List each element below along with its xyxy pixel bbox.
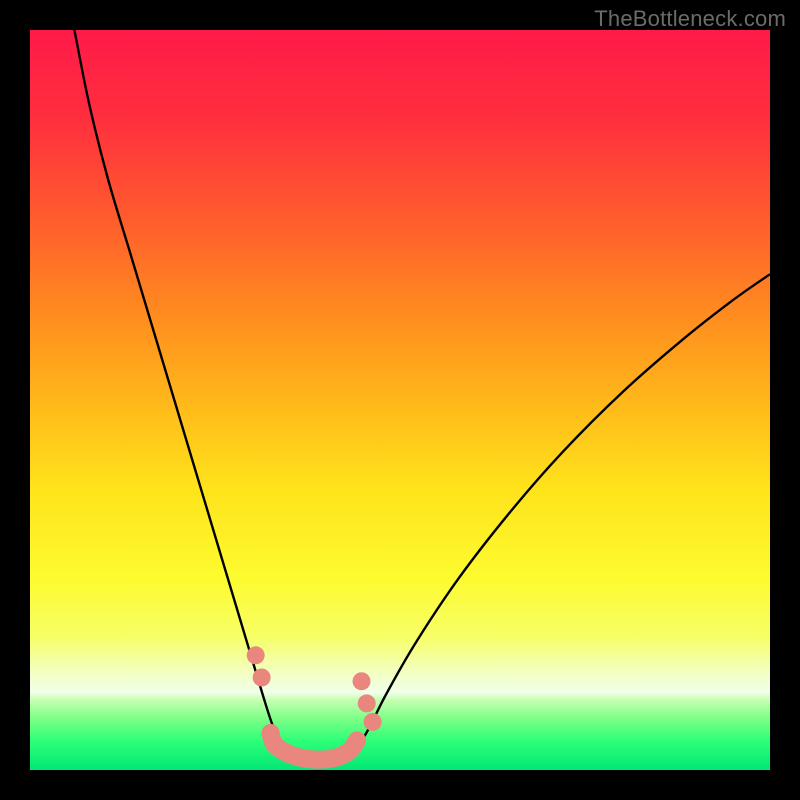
chart-frame xyxy=(30,30,770,770)
chart-markers xyxy=(30,30,770,770)
marker-dots xyxy=(247,646,382,749)
marker-floor-cap xyxy=(348,731,366,749)
marker-floor xyxy=(271,733,358,760)
marker-dot xyxy=(253,669,271,687)
marker-dot xyxy=(358,694,376,712)
marker-dot xyxy=(353,672,371,690)
marker-dot xyxy=(247,646,265,664)
watermark-text: TheBottleneck.com xyxy=(594,6,786,32)
marker-dot xyxy=(364,713,382,731)
marker-floor-cap xyxy=(262,724,280,742)
